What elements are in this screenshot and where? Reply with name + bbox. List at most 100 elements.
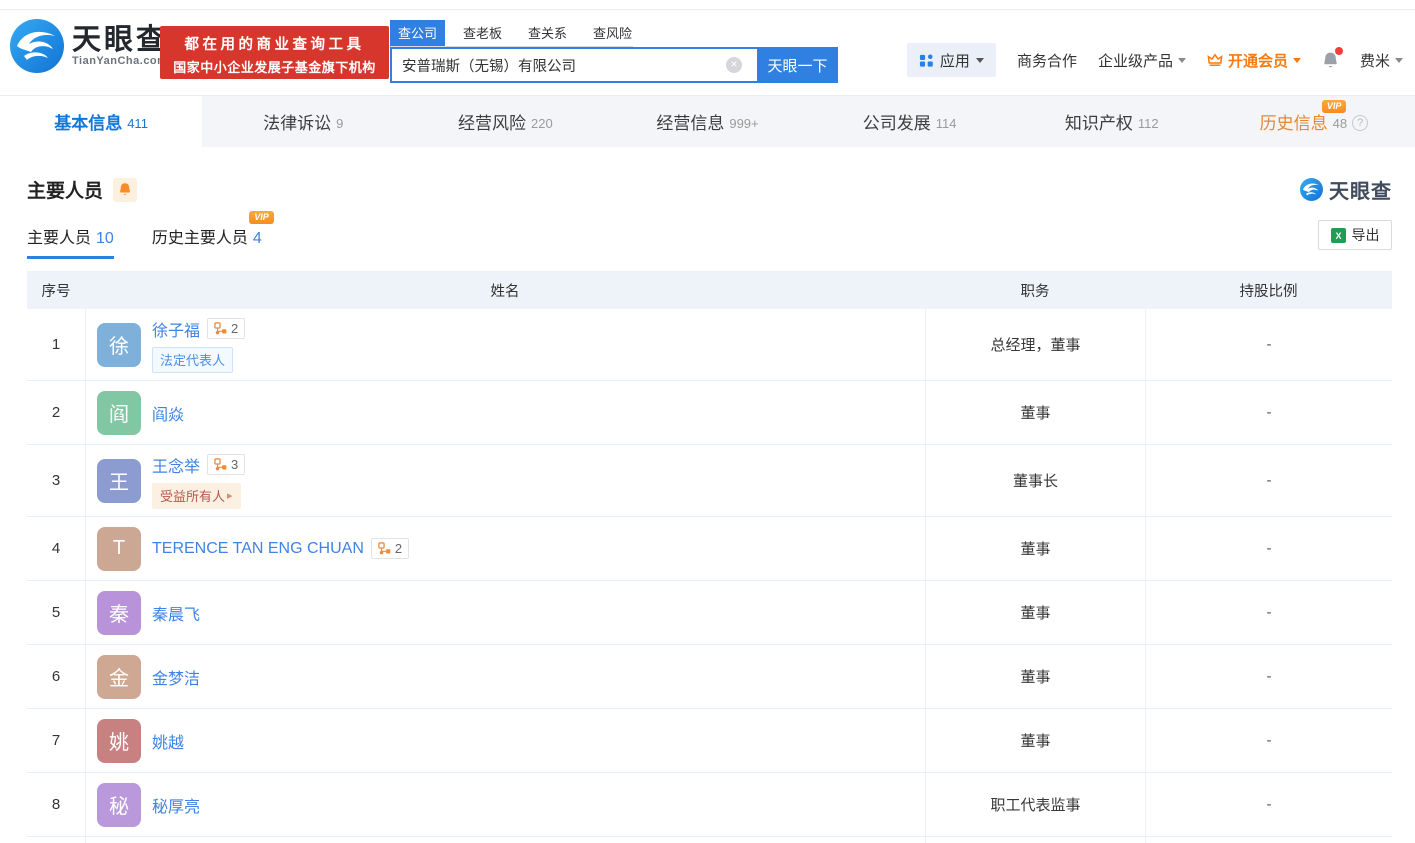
avatar[interactable]: 徐 — [97, 322, 141, 367]
name-cell: T TERENCE TAN ENG CHUAN 2 — [85, 517, 925, 580]
enterprise-product-link[interactable]: 企业级产品 — [1098, 50, 1186, 71]
avatar[interactable]: 姚 — [97, 718, 141, 763]
person-name-link[interactable]: 姚越 — [152, 729, 184, 753]
person-name-link[interactable]: 金梦洁 — [152, 665, 200, 689]
row-index: 6 — [51, 668, 61, 685]
row-index: 5 — [51, 604, 61, 621]
person-name-link[interactable]: 阎焱 — [152, 401, 184, 425]
tab-legal[interactable]: 法律诉讼 9 — [202, 96, 404, 147]
chevron-down-icon — [1177, 57, 1186, 63]
header-nav: 应用 商务合作 企业级产品 开通会员 费米 — [906, 43, 1403, 77]
tab-label: 经营信息 — [656, 114, 725, 133]
svg-text:X: X — [1335, 231, 1341, 241]
share-cell: - — [1145, 773, 1392, 836]
person-name-link[interactable]: 徐子福 — [152, 317, 200, 341]
subtabs-container: 主要人员 10 历史主要人员 4 VIP — [27, 211, 300, 259]
section-header: 主要人员 天眼查 — [27, 175, 1392, 204]
avatar[interactable]: 王 — [97, 458, 141, 503]
export-button[interactable]: X 导出 — [1318, 220, 1392, 250]
subtab-label: 历史主要人员 — [151, 230, 248, 247]
share-cell: - — [1145, 445, 1392, 516]
person-tag[interactable]: 法定代表人 — [152, 346, 234, 373]
search-button[interactable]: 天眼一下 — [757, 47, 838, 83]
help-icon: ? — [1352, 114, 1369, 131]
main-content: 主要人员 天眼查 主要人员 10 历史主要人员 4 VIP X 导出 序号 姓名… — [0, 175, 1415, 843]
person-tag-label: 法定代表人 — [160, 353, 226, 368]
table-row: 6 金金梦洁 董事 - — [27, 645, 1392, 709]
tab-intellectual-property[interactable]: 知识产权 112 — [1011, 96, 1213, 147]
row-index: 2 — [51, 404, 61, 421]
tab-count: 48 — [1332, 115, 1348, 131]
relation-graph-badge[interactable]: 2 — [207, 318, 246, 339]
business-coop-link[interactable]: 商务合作 — [1017, 50, 1077, 71]
notification-bell[interactable] — [1322, 46, 1343, 70]
position-cell: 董事长 — [925, 445, 1145, 516]
tab-basic-info[interactable]: 基本信息 411 — [0, 96, 203, 147]
search-tabs: 查公司 查老板 查关系 查风险 — [390, 20, 633, 47]
search-tab-company[interactable]: 查公司 — [390, 20, 446, 46]
person-name-link[interactable]: 王念举 — [152, 453, 200, 477]
tianyancha-logo-icon — [1300, 178, 1323, 201]
person-name-link[interactable]: TERENCE TAN ENG CHUAN — [152, 540, 364, 558]
notification-dot — [1334, 46, 1343, 55]
person-tag[interactable]: 受益所有人 ▸ — [152, 482, 241, 509]
apps-button[interactable]: 应用 — [906, 43, 996, 77]
open-vip-link[interactable]: 开通会员 — [1207, 50, 1301, 71]
position-cell: 董事 — [925, 581, 1145, 644]
tab-count: 411 — [127, 115, 148, 131]
tab-operating-risk[interactable]: 经营风险 220 — [404, 96, 606, 147]
chevron-down-icon — [1292, 57, 1301, 63]
search-tab-relation[interactable]: 查关系 — [520, 20, 575, 46]
person-name-link[interactable]: 秘厚亮 — [152, 793, 200, 817]
row-index: 3 — [51, 472, 61, 489]
table-row: 4 T TERENCE TAN ENG CHUAN 2 董事 - — [27, 517, 1392, 581]
tab-operating-info[interactable]: 经营信息 999+ — [606, 96, 808, 147]
subtab-history[interactable]: 历史主要人员 4 VIP — [151, 211, 274, 259]
tab-label: 知识产权 — [1064, 114, 1133, 133]
watermark-logo: 天眼查 — [1300, 175, 1392, 204]
row-index: 4 — [51, 540, 61, 557]
site-header: 天眼查 TianYanCha.com 都在用的商业查询工具 国家中小企业发展子基… — [0, 10, 1415, 96]
column-header: 持股比例 — [1239, 283, 1298, 300]
vip-badge: VIP — [249, 211, 274, 224]
subtab-count: 4 — [252, 230, 262, 247]
table-row-partial — [27, 837, 1392, 843]
avatar[interactable]: 秦 — [97, 590, 141, 635]
monitor-bell-button[interactable] — [113, 177, 138, 202]
clear-icon[interactable]: × — [726, 57, 742, 73]
table-row: 7 姚姚越 董事 - — [27, 709, 1392, 773]
user-menu[interactable]: 费米 — [1360, 50, 1403, 71]
relation-graph-icon — [378, 542, 391, 555]
tianyancha-logo[interactable]: 天眼查 TianYanCha.com — [10, 19, 168, 73]
watermark-text: 天眼查 — [1329, 181, 1392, 203]
people-table-body: 1 徐徐子福 2 法定代表人 总经理，董事 -2 阎阎焱 董事 -3 王王念举 3 受益所有人 ▸ 董事长… — [27, 309, 1392, 837]
apps-label: 应用 — [939, 52, 970, 70]
search-tab-risk[interactable]: 查风险 — [585, 20, 640, 46]
relation-graph-badge[interactable]: 2 — [370, 538, 410, 559]
logo-text: 天眼查 TianYanCha.com — [72, 24, 168, 68]
share-cell: - — [1145, 581, 1392, 644]
table-row: 2 阎阎焱 董事 - — [27, 381, 1392, 445]
subtab-count: 10 — [96, 230, 114, 247]
share-cell: - — [1145, 645, 1392, 708]
logo-domain: TianYanCha.com — [72, 55, 168, 68]
people-table: 序号 姓名 职务 持股比例 1 徐徐子福 2 法定代表人 总经理，董事 -2 阎阎焱 董事 -3 王王念… — [27, 271, 1392, 843]
avatar[interactable]: 秘 — [97, 782, 141, 827]
search-input[interactable] — [390, 47, 757, 83]
person-tag-label: 受益所有人 — [160, 489, 226, 504]
excel-icon: X — [1330, 227, 1346, 243]
tab-company-development[interactable]: 公司发展 114 — [809, 96, 1011, 147]
position-cell: 董事 — [925, 517, 1145, 580]
avatar[interactable]: 金 — [97, 654, 141, 699]
name-cell: 秦秦晨飞 — [85, 581, 925, 644]
avatar[interactable]: 阎 — [97, 390, 141, 435]
arrow-right-icon: ▸ — [227, 490, 233, 502]
search-tab-boss[interactable]: 查老板 — [455, 20, 510, 46]
relation-graph-badge[interactable]: 3 — [207, 454, 246, 475]
subtab-current[interactable]: 主要人员 10 — [27, 224, 114, 259]
export-label: 导出 — [1351, 227, 1380, 243]
person-name-link[interactable]: 秦晨飞 — [152, 601, 200, 625]
tab-label: 法律诉讼 — [263, 114, 332, 133]
avatar[interactable]: T — [97, 526, 141, 571]
tab-history-info[interactable]: 历史信息 48 VIP? — [1213, 96, 1415, 147]
